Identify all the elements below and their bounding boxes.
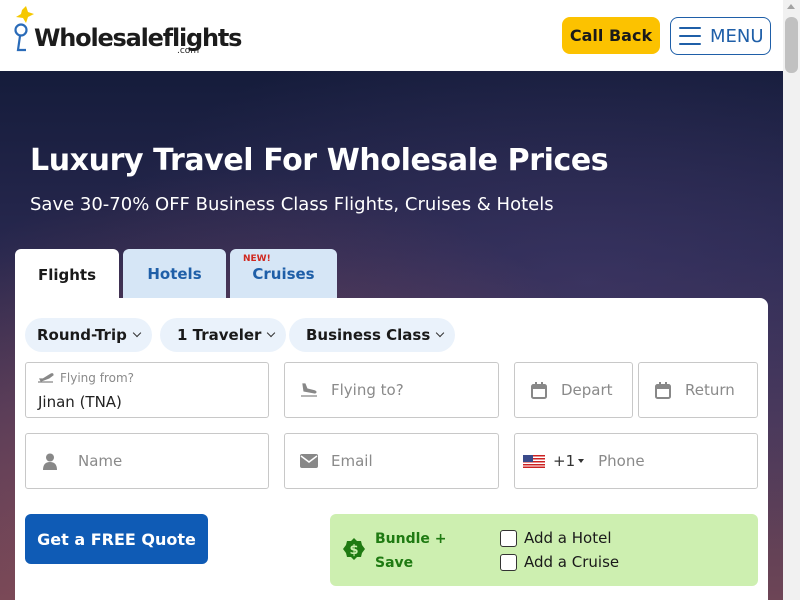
cabin-class-dropdown[interactable]: Business Class bbox=[289, 318, 456, 352]
hero-title: Luxury Travel For Wholesale Prices bbox=[30, 143, 609, 178]
email-field[interactable]: Email bbox=[284, 433, 499, 489]
flying-from-label: Flying from? bbox=[60, 371, 135, 385]
flying-to-placeholder: Flying to? bbox=[331, 381, 404, 399]
chevron-down-icon bbox=[132, 328, 142, 338]
email-placeholder: Email bbox=[331, 452, 373, 470]
return-placeholder: Return bbox=[685, 381, 735, 399]
add-hotel-label: Add a Hotel bbox=[524, 529, 612, 547]
trip-type-dropdown[interactable]: Round-Trip bbox=[25, 318, 152, 352]
add-cruise-option[interactable]: Add a Cruise bbox=[500, 552, 619, 572]
name-placeholder: Name bbox=[78, 452, 123, 470]
site-header: Wholesaleflights .com Call Back MENU bbox=[0, 0, 783, 71]
hamburger-icon bbox=[679, 27, 701, 45]
hero-subtitle: Save 30-70% OFF Business Class Flights, … bbox=[30, 194, 554, 215]
trip-type-value: Round-Trip bbox=[37, 326, 127, 344]
add-hotel-checkbox[interactable] bbox=[500, 529, 517, 547]
plane-departure-icon bbox=[36, 368, 56, 388]
tab-cruises-label: Cruises bbox=[252, 265, 315, 283]
chevron-down-icon bbox=[267, 328, 276, 338]
scroll-up-arrow-icon[interactable] bbox=[787, 4, 795, 9]
flying-from-field[interactable]: Flying from? Jinan (TNA) bbox=[25, 362, 269, 418]
hero-section: Luxury Travel For Wholesale Prices Save … bbox=[0, 71, 783, 600]
depart-placeholder: Depart bbox=[561, 381, 613, 399]
menu-label: MENU bbox=[710, 25, 764, 47]
phone-placeholder: Phone bbox=[598, 452, 645, 470]
calendar-icon bbox=[529, 380, 549, 400]
bundle-label: Bundle + Save bbox=[375, 531, 447, 571]
us-flag-icon bbox=[523, 454, 545, 468]
new-badge: NEW! bbox=[243, 254, 271, 264]
scrollbar-thumb[interactable] bbox=[785, 17, 798, 73]
calendar-icon bbox=[653, 380, 673, 400]
tab-flights[interactable]: Flights bbox=[15, 249, 119, 301]
menu-button[interactable]: MENU bbox=[670, 17, 771, 55]
flying-to-field[interactable]: Flying to? bbox=[284, 362, 499, 418]
country-code-dropdown[interactable]: +1 bbox=[523, 452, 585, 470]
return-date-field[interactable]: Return bbox=[638, 362, 758, 418]
tab-flights-label: Flights bbox=[37, 266, 97, 284]
call-back-button[interactable]: Call Back bbox=[562, 17, 660, 54]
depart-date-field[interactable]: Depart bbox=[514, 362, 633, 418]
tab-hotels[interactable]: Hotels bbox=[123, 249, 226, 299]
logo-suffix: .com bbox=[177, 46, 200, 56]
phone-field[interactable]: +1 Phone bbox=[514, 433, 758, 489]
chevron-down-icon bbox=[436, 328, 445, 338]
add-cruise-checkbox[interactable] bbox=[500, 553, 517, 571]
travelers-value: 1 Traveler bbox=[177, 326, 262, 344]
travelers-dropdown[interactable]: 1 Traveler bbox=[160, 318, 287, 352]
add-cruise-label: Add a Cruise bbox=[524, 553, 620, 571]
tab-cruises[interactable]: NEW! Cruises bbox=[230, 249, 337, 299]
envelope-icon bbox=[299, 451, 319, 471]
dollar-badge-icon: $ bbox=[343, 538, 365, 560]
svg-text:$: $ bbox=[349, 543, 358, 558]
tab-hotels-label: Hotels bbox=[147, 265, 202, 283]
name-field[interactable]: Name bbox=[25, 433, 269, 489]
caret-down-icon bbox=[578, 459, 585, 463]
flying-from-value: Jinan (TNA) bbox=[38, 393, 122, 411]
user-icon bbox=[40, 451, 60, 471]
logo-text: Wholesaleflights bbox=[34, 24, 242, 52]
phone-code: +1 bbox=[553, 452, 576, 470]
get-free-quote-button[interactable]: Get a FREE Quote bbox=[25, 514, 208, 564]
cabin-class-value: Business Class bbox=[306, 326, 431, 344]
scrollbar[interactable] bbox=[783, 0, 800, 600]
logo-icon bbox=[14, 6, 34, 52]
add-hotel-option[interactable]: Add a Hotel bbox=[500, 528, 612, 548]
plane-arrival-icon bbox=[299, 380, 319, 400]
bundle-save-box: $ Bundle + Save Add a Hotel Add a Cruise bbox=[330, 514, 758, 586]
